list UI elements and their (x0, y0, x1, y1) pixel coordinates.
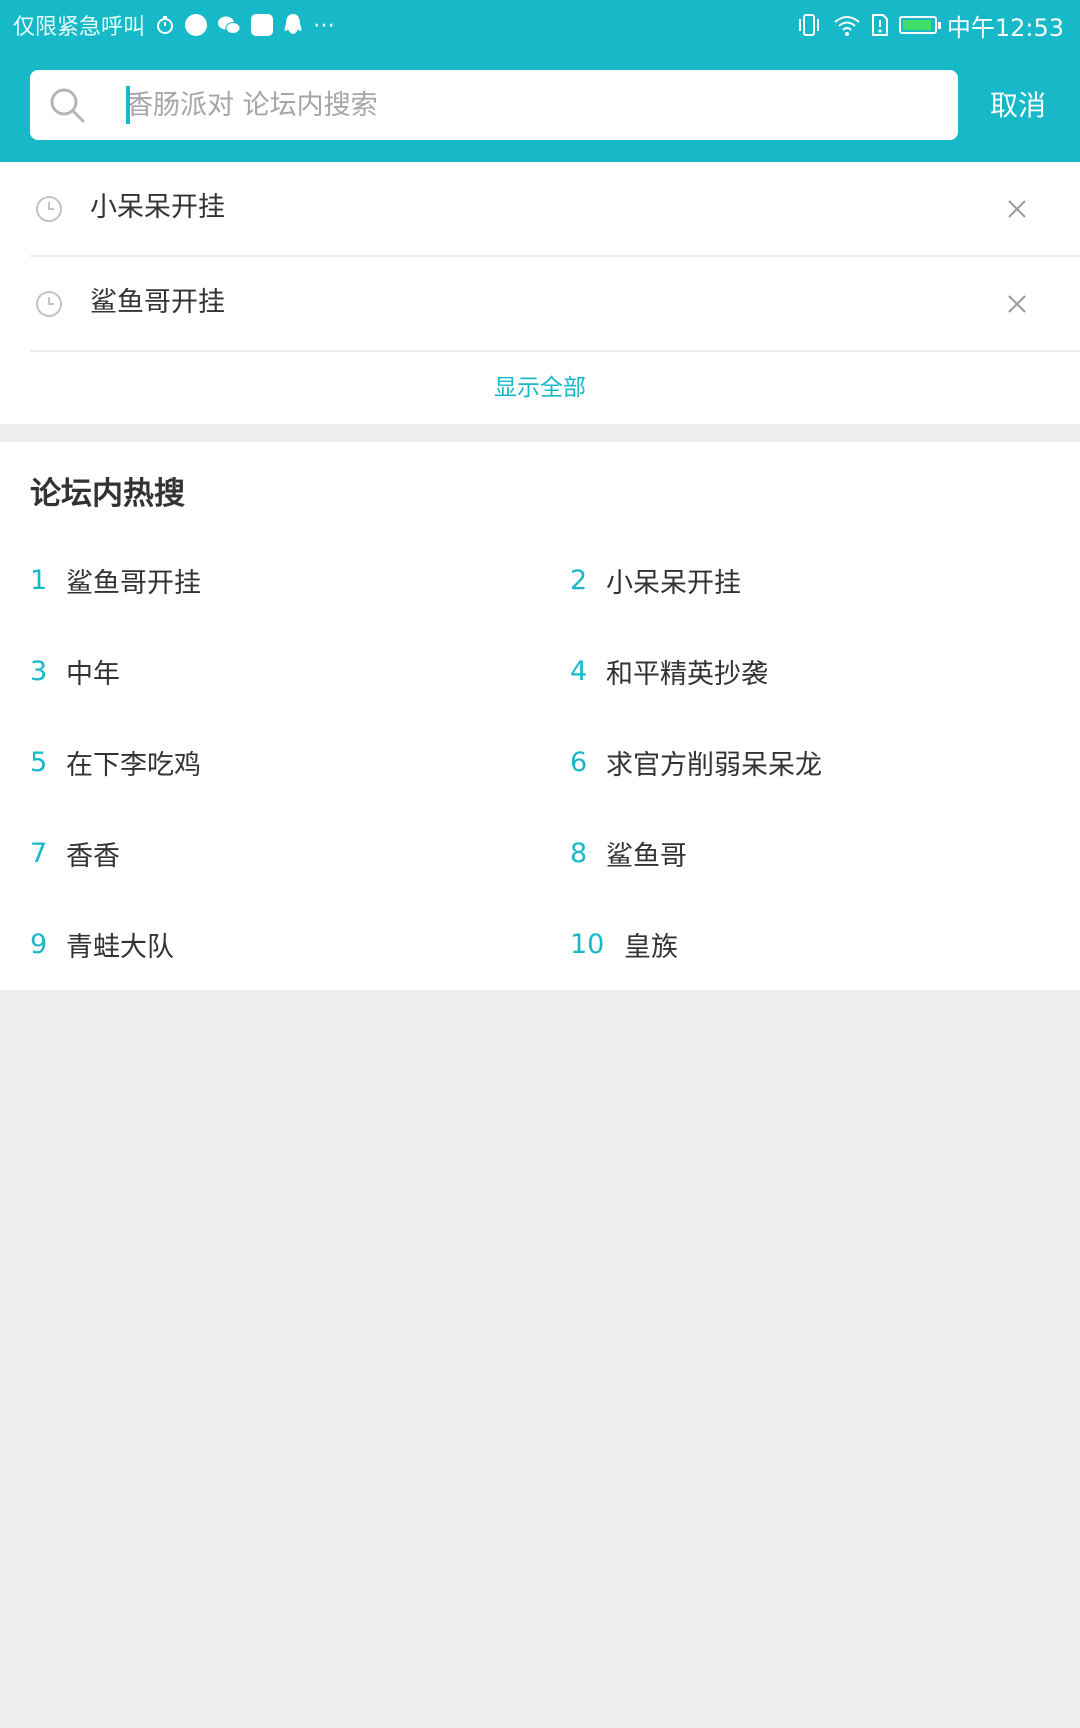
app-icon (185, 14, 208, 36)
hot-rank: 5 (30, 746, 48, 778)
hot-rank: 4 (570, 655, 588, 687)
clock-icon (34, 289, 64, 319)
history-item-label: 小呆呆开挂 (90, 192, 225, 223)
timer-icon (155, 15, 175, 35)
hot-rank: 3 (30, 655, 48, 687)
hot-search-item[interactable]: 7 香香 (30, 828, 120, 878)
status-bar: 仅限紧急呼叫 ⋯ 中午12:53 (0, 0, 1080, 50)
hot-rank: 10 (570, 928, 605, 960)
video-app-icon (251, 14, 274, 36)
hot-rank: 1 (30, 564, 48, 596)
top-bar: 仅限紧急呼叫 ⋯ 中午12:53 香肠派对 论坛内搜索 取消 (0, 0, 1080, 162)
close-icon[interactable] (1004, 196, 1030, 222)
search-icon (48, 86, 86, 124)
close-icon[interactable] (1004, 291, 1030, 317)
hot-search-item[interactable]: 9 青蛙大队 (30, 919, 174, 969)
hot-rank: 9 (30, 928, 48, 960)
history-item[interactable]: 小呆呆开挂 (30, 162, 1080, 257)
hot-search-item[interactable]: 4 和平精英抄袭 (570, 646, 768, 696)
history-item-label: 鲨鱼哥开挂 (90, 287, 225, 318)
history-item[interactable]: 鲨鱼哥开挂 (30, 257, 1080, 352)
search-input[interactable] (126, 78, 926, 132)
status-right: 中午12:53 (795, 9, 1064, 42)
wechat-icon (217, 14, 241, 36)
hot-search-item[interactable]: 6 求官方削弱呆呆龙 (570, 737, 822, 787)
hot-label: 小呆呆开挂 (606, 567, 741, 599)
cancel-button[interactable]: 取消 (990, 84, 1046, 128)
show-all-button[interactable]: 显示全部 (0, 370, 1080, 406)
hot-search-title: 论坛内热搜 (30, 476, 185, 512)
hot-rank: 7 (30, 837, 48, 869)
hot-search-item[interactable]: 3 中年 (30, 646, 120, 696)
hot-label: 香香 (66, 840, 120, 872)
hot-search-item[interactable]: 2 小呆呆开挂 (570, 555, 741, 605)
hot-label: 和平精英抄袭 (606, 658, 768, 690)
hot-search-item[interactable]: 10 皇族 (570, 919, 678, 969)
sim-alert-icon (871, 13, 889, 37)
status-time: 中午12:53 (946, 13, 1064, 42)
vibrate-icon (795, 13, 823, 37)
clock-icon (34, 194, 64, 224)
hot-rank: 2 (570, 564, 588, 596)
hot-search-item[interactable]: 1 鲨鱼哥开挂 (30, 555, 201, 605)
hot-search-item[interactable]: 5 在下李吃鸡 (30, 737, 201, 787)
hot-rank: 6 (570, 746, 588, 778)
hot-search-section: 论坛内热搜 1 鲨鱼哥开挂 2 小呆呆开挂 3 中年 4 和平精英抄袭 5 在下… (0, 442, 1080, 990)
hot-search-item[interactable]: 8 鲨鱼哥 (570, 828, 687, 878)
search-box[interactable] (30, 70, 958, 140)
hot-label: 鲨鱼哥 (606, 840, 687, 872)
hot-label: 鲨鱼哥开挂 (66, 567, 201, 599)
text-cursor (126, 86, 130, 124)
hot-rank: 8 (570, 837, 588, 869)
hot-label: 青蛙大队 (66, 931, 174, 963)
qq-icon (283, 13, 303, 37)
hot-label: 在下李吃鸡 (66, 749, 201, 781)
more-notifications-icon: ⋯ (313, 12, 336, 38)
hot-label: 求官方削弱呆呆龙 (606, 749, 822, 781)
battery-charging-icon (898, 16, 941, 34)
status-left: 仅限紧急呼叫 ⋯ (13, 9, 335, 41)
carrier-text: 仅限紧急呼叫 (13, 15, 146, 40)
hot-label: 皇族 (624, 931, 678, 963)
search-history: 小呆呆开挂 鲨鱼哥开挂 显示全部 (0, 162, 1080, 424)
hot-label: 中年 (66, 658, 120, 690)
wifi-icon (833, 13, 861, 37)
